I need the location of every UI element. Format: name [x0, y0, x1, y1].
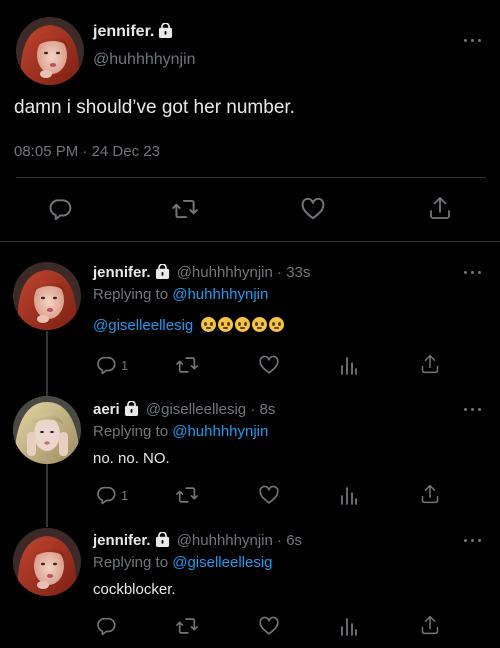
like-button[interactable]: [258, 615, 280, 637]
reply-count: 1: [121, 357, 129, 373]
lock-icon: [155, 532, 169, 547]
retweet-icon: [176, 618, 198, 634]
more-icon: [464, 539, 467, 542]
reply-button[interactable]: 1: [95, 484, 128, 506]
more-options-button[interactable]: [464, 534, 484, 546]
display-name-text[interactable]: jennifer.: [93, 23, 154, 40]
reply-time[interactable]: 6s: [286, 532, 302, 549]
like-button[interactable]: [258, 484, 280, 506]
views-button[interactable]: [340, 354, 358, 376]
heart-icon: [301, 197, 325, 220]
replying-label: Replying to: [93, 286, 169, 303]
pleading-emoji-icon: [218, 317, 234, 332]
heart-icon: [259, 355, 279, 374]
replying-to: Replying to @giselleellesig: [93, 554, 273, 571]
heart-icon: [259, 616, 279, 635]
retweet-icon: [172, 199, 198, 219]
handle[interactable]: @giselleellesig: [146, 401, 246, 418]
reply-header: jennifer. @huhhhhynjin · 33s: [93, 264, 311, 281]
share-icon: [421, 354, 439, 374]
views-icon: [341, 487, 357, 505]
reply-button[interactable]: 1: [95, 354, 128, 376]
tweet-date: 24 Dec 23: [91, 143, 160, 160]
reply-time[interactable]: 33s: [286, 264, 310, 281]
more-options-button[interactable]: [464, 403, 484, 415]
reply-header: aeri @giselleellesig · 8s: [93, 401, 276, 418]
pleading-emoji-icon: [235, 317, 251, 332]
share-icon: [430, 197, 450, 219]
share-button[interactable]: [428, 195, 452, 221]
retweet-icon: [176, 357, 198, 373]
like-button[interactable]: [258, 354, 280, 376]
handle[interactable]: @huhhhhynjin: [177, 264, 273, 281]
more-options-button[interactable]: [464, 266, 484, 278]
retweet-button[interactable]: [175, 354, 199, 376]
mention-link[interactable]: @giselleellesig: [93, 317, 193, 334]
share-button[interactable]: [420, 614, 440, 636]
reply-button[interactable]: [95, 615, 117, 637]
avatar[interactable]: [13, 262, 81, 330]
tweet-text: @giselleellesig: [93, 317, 285, 334]
views-button[interactable]: [340, 615, 358, 637]
avatar[interactable]: [13, 396, 81, 464]
divider: [16, 177, 486, 178]
share-icon: [421, 484, 439, 504]
reply-time[interactable]: 8s: [260, 401, 276, 418]
divider: [0, 241, 500, 242]
views-icon: [341, 618, 357, 636]
reply-header: jennifer. @huhhhhynjin · 6s: [93, 532, 303, 549]
replying-to: Replying to @huhhhhynjin: [93, 423, 268, 440]
replying-label: Replying to: [93, 554, 169, 571]
tweet-timestamp[interactable]: 08:05 PM · 24 Dec 23: [14, 143, 160, 160]
retweet-button[interactable]: [175, 484, 199, 506]
display-name[interactable]: jennifer.: [93, 532, 151, 549]
replying-label: Replying to: [93, 423, 169, 440]
retweet-button[interactable]: [171, 196, 199, 222]
lock-icon: [124, 401, 138, 416]
tweet-text: no. no. NO.: [93, 450, 170, 467]
display-name[interactable]: jennifer.: [93, 23, 173, 41]
separator-dot: ·: [82, 143, 88, 160]
avatar[interactable]: [16, 17, 84, 85]
like-button[interactable]: [300, 196, 326, 222]
more-options-button[interactable]: [464, 34, 484, 46]
display-name[interactable]: aeri: [93, 401, 120, 418]
pleading-emoji-icon: [252, 317, 268, 332]
replying-to-link[interactable]: @huhhhhynjin: [172, 286, 268, 303]
reply-count: 1: [121, 487, 129, 503]
reply-icon: [97, 486, 116, 505]
pleading-emoji-group: [199, 317, 285, 334]
views-icon: [341, 357, 357, 375]
more-icon: [464, 408, 467, 411]
views-button[interactable]: [340, 484, 358, 506]
tweet-text: cockblocker.: [93, 581, 176, 598]
retweet-button[interactable]: [175, 615, 199, 637]
handle[interactable]: @huhhhhynjin: [93, 51, 196, 69]
lock-icon: [155, 264, 169, 279]
reply-button[interactable]: [47, 196, 73, 222]
tweet-text: damn i should’ve got her number.: [14, 97, 295, 118]
share-button[interactable]: [420, 483, 440, 505]
heart-icon: [259, 485, 279, 504]
lock-icon: [159, 23, 173, 38]
retweet-icon: [176, 487, 198, 503]
share-button[interactable]: [420, 353, 440, 375]
more-icon: [464, 39, 467, 42]
share-icon: [421, 615, 439, 635]
reply-icon: [49, 199, 72, 221]
replying-to: Replying to @huhhhhynjin: [93, 286, 268, 303]
replying-to-link[interactable]: @huhhhhynjin: [172, 423, 268, 440]
reply-icon: [97, 356, 116, 375]
pleading-emoji-icon: [201, 317, 217, 332]
pleading-emoji-icon: [269, 317, 285, 332]
more-icon: [464, 271, 467, 274]
handle[interactable]: @huhhhhynjin: [177, 532, 273, 549]
replying-to-link[interactable]: @giselleellesig: [172, 554, 272, 571]
reply-icon: [97, 617, 116, 636]
tweet-time: 08:05 PM: [14, 143, 79, 160]
display-name[interactable]: jennifer.: [93, 264, 151, 281]
avatar[interactable]: [13, 528, 81, 596]
